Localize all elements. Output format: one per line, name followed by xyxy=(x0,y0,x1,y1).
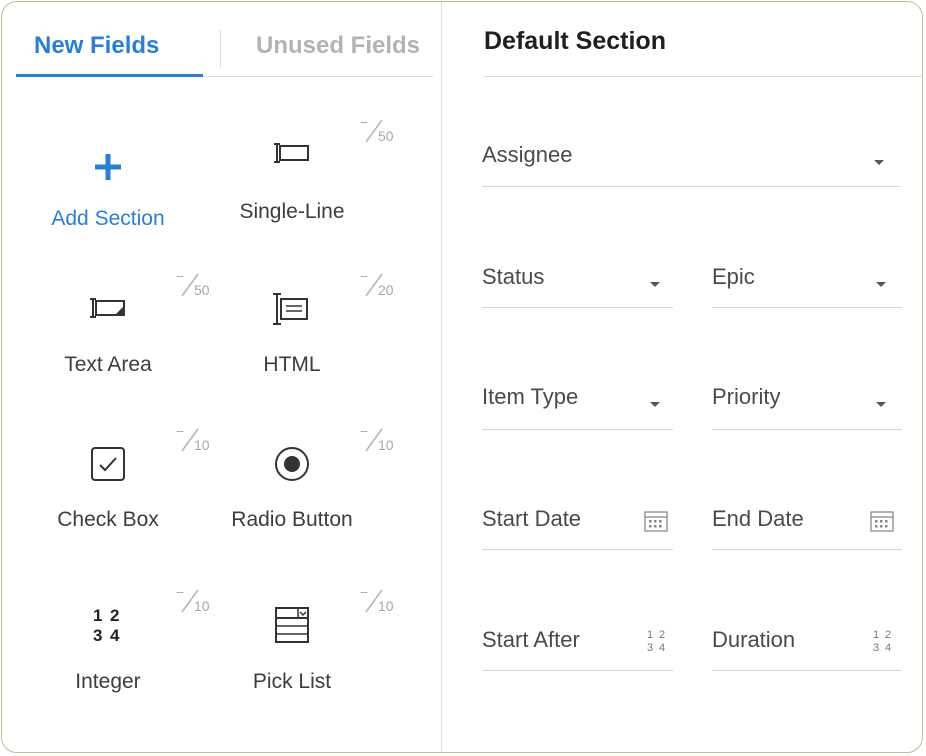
field-epic[interactable]: Epic xyxy=(712,264,902,308)
add-section-label: Add Section xyxy=(51,207,165,230)
dropdown-caret-icon xyxy=(876,402,886,407)
palette-item-single-line[interactable]: Single-Line xyxy=(202,132,382,282)
svg-text:3: 3 xyxy=(93,626,102,644)
field-duration[interactable]: Duration 1 2 3 4 xyxy=(712,627,902,671)
palette-item-check-box[interactable]: Check Box xyxy=(18,442,198,592)
palette-item-text-area[interactable]: Text Area xyxy=(18,287,198,437)
text-area-icon xyxy=(90,298,125,318)
number-icon: 1 2 3 4 xyxy=(873,629,891,654)
plus-icon xyxy=(95,154,121,180)
number-icon: 1 2 3 4 xyxy=(647,629,665,654)
field-label: Duration xyxy=(712,627,796,652)
dropdown-caret-icon xyxy=(874,160,884,165)
field-start-after[interactable]: Start After 1 2 3 4 xyxy=(482,627,673,671)
active-tab-indicator xyxy=(16,74,203,77)
html-icon xyxy=(273,293,308,325)
palette-item-pick-list[interactable]: Pick List xyxy=(202,604,382,752)
field-label: Start After xyxy=(482,627,580,652)
palette-item-label: HTML xyxy=(263,353,321,376)
radio-button-icon xyxy=(275,447,309,481)
palette-item-integer[interactable]: 1 2 3 4 Integer xyxy=(18,604,198,752)
field-status[interactable]: Status xyxy=(482,264,673,308)
palette-item-label: Check Box xyxy=(57,508,159,531)
limit-badge: -- 20 xyxy=(360,268,394,298)
palette-item-label: Text Area xyxy=(64,353,152,376)
field-priority[interactable]: Priority xyxy=(712,384,902,430)
section-title: Default Section xyxy=(484,27,666,55)
field-label: Status xyxy=(482,264,545,289)
field-start-date[interactable]: Start Date xyxy=(482,506,673,550)
tab-new-fields[interactable]: New Fields xyxy=(34,32,159,60)
svg-text:2: 2 xyxy=(659,629,665,641)
palette-item-label: Integer xyxy=(75,670,141,693)
limit-badge: -- 10 xyxy=(360,584,394,614)
svg-text:4: 4 xyxy=(885,642,891,654)
svg-text:2: 2 xyxy=(885,629,891,641)
add-section-button[interactable]: Add Section xyxy=(18,137,198,287)
palette-item-label: Single-Line xyxy=(239,200,345,223)
field-label: Epic xyxy=(712,264,755,289)
calendar-icon xyxy=(870,511,894,532)
svg-text:2: 2 xyxy=(110,606,119,625)
dropdown-caret-icon xyxy=(876,282,886,287)
palette-item-radio-button[interactable]: Radio Button xyxy=(202,442,382,592)
section-title-divider xyxy=(484,76,922,77)
calendar-icon xyxy=(644,511,668,532)
palette-item-label: Pick List xyxy=(252,670,332,693)
limit-badge: -- 10 xyxy=(360,423,394,453)
svg-text:1: 1 xyxy=(873,629,879,641)
svg-text:1: 1 xyxy=(93,606,102,625)
field-label: Assignee xyxy=(482,142,573,167)
svg-text:3: 3 xyxy=(647,642,653,654)
panel-divider xyxy=(441,2,442,752)
field-label: Priority xyxy=(712,384,781,409)
pick-list-icon xyxy=(275,607,309,643)
svg-text:3: 3 xyxy=(873,642,879,654)
field-assignee[interactable]: Assignee xyxy=(482,142,900,187)
palette-item-html[interactable]: HTML xyxy=(202,287,382,437)
integer-icon: 1 2 3 4 xyxy=(93,606,120,644)
field-label: Item Type xyxy=(482,384,579,409)
svg-text:4: 4 xyxy=(110,626,120,644)
tab-unused-fields[interactable]: Unused Fields xyxy=(256,32,420,60)
dropdown-caret-icon xyxy=(650,402,660,407)
tab-separator xyxy=(220,30,221,68)
dropdown-caret-icon xyxy=(650,282,660,287)
svg-text:1: 1 xyxy=(647,629,653,641)
svg-text:4: 4 xyxy=(659,642,665,654)
field-label: Start Date xyxy=(482,506,582,531)
field-end-date[interactable]: End Date xyxy=(712,506,902,550)
field-item-type[interactable]: Item Type xyxy=(482,384,673,430)
checkbox-icon xyxy=(91,447,125,481)
palette-item-label: Radio Button xyxy=(231,508,353,531)
field-label: End Date xyxy=(712,506,804,531)
limit-badge: -- 50 xyxy=(360,114,394,144)
single-line-icon xyxy=(274,143,309,163)
field-layout-editor: New Fields Unused Fields Add Section Sin… xyxy=(1,1,923,753)
